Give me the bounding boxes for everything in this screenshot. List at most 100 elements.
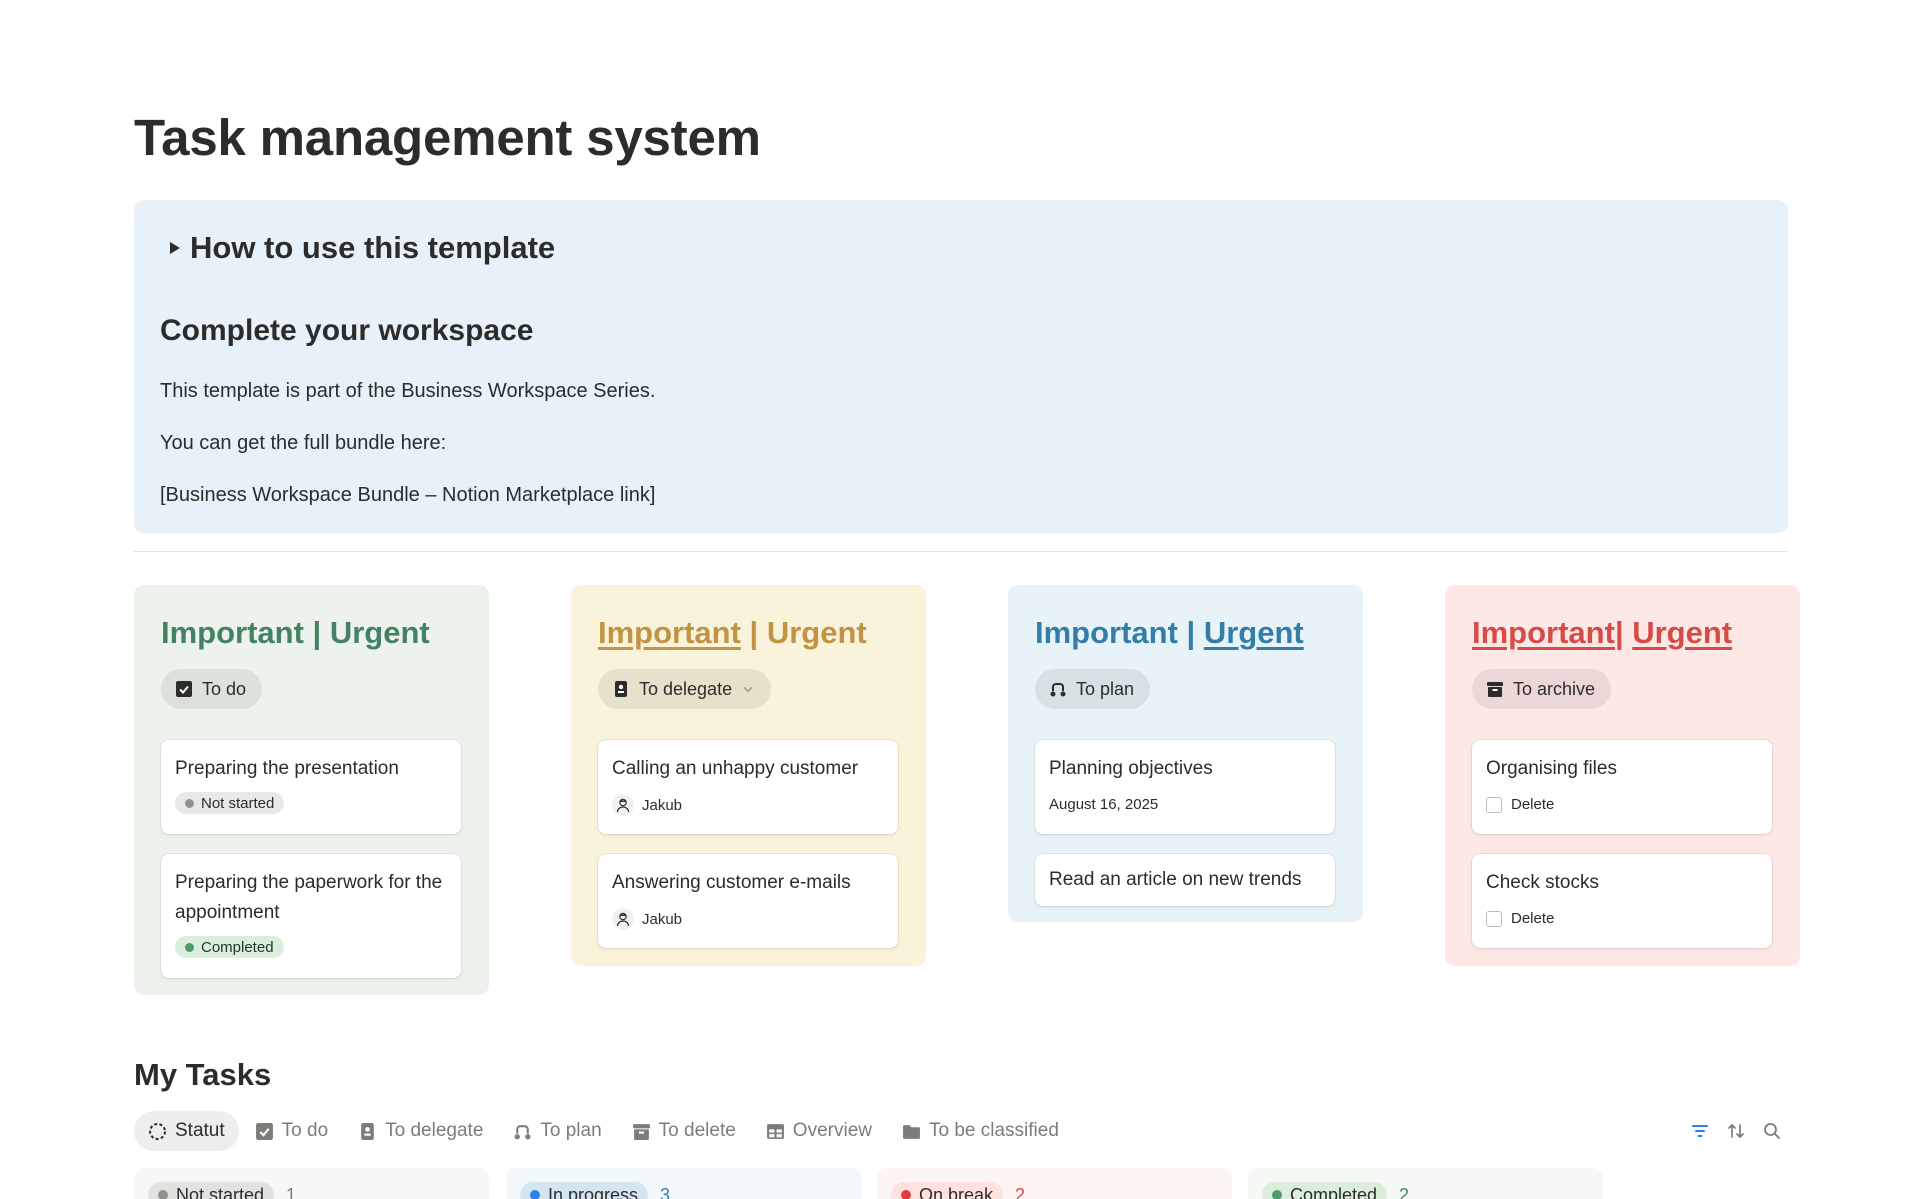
task-title: Organising files (1486, 758, 1617, 779)
callout-paragraph: You can get the full bundle here: (160, 432, 447, 454)
tab-label: Statut (175, 1120, 225, 1141)
title-important: Important (1035, 615, 1178, 650)
route-icon (1050, 683, 1066, 697)
board-column-not-started: Not started 1 (134, 1168, 489, 1199)
checkbox-icon (176, 681, 192, 697)
badge-icon (361, 1122, 374, 1140)
status-board: Not started 1 In progress 3 On break 2 C… (134, 1168, 1788, 1199)
filter-icon[interactable] (1690, 1121, 1710, 1141)
assignee-name: Jakub (642, 796, 683, 814)
quadrant-plan: Important | Urgent To plan Planning obje… (1008, 585, 1363, 922)
quadrant-title: Important | Urgent (161, 615, 430, 651)
archive-icon (1487, 682, 1503, 697)
title-separator: | (740, 615, 767, 650)
task-title: Planning objectives (1049, 758, 1213, 779)
title-important[interactable]: Important (1472, 615, 1615, 650)
task-card[interactable]: Answering customer e-mails Jakub (598, 854, 898, 948)
tab-label: To be classified (928, 1120, 1059, 1141)
page-title: Task management system (134, 109, 761, 166)
tab-label: To do (281, 1120, 329, 1141)
table-icon (766, 1123, 784, 1139)
sort-icon[interactable] (1726, 1121, 1746, 1141)
how-to-use-toggle[interactable]: How to use this template (170, 230, 555, 266)
checkbox-label: Delete (1511, 796, 1555, 813)
person-icon (616, 912, 630, 927)
divider (134, 551, 1788, 552)
tab-to-plan[interactable]: To plan (499, 1111, 615, 1151)
column-count: 1 (286, 1184, 297, 1199)
status-dot (185, 798, 194, 808)
delete-checkbox[interactable] (1486, 910, 1502, 927)
search-icon[interactable] (1762, 1121, 1782, 1141)
quadrant-title: Important | Urgent (598, 615, 867, 651)
task-card[interactable]: Read an article on new trends (1035, 854, 1335, 906)
task-title: Preparing the presentation (175, 758, 399, 779)
title-urgent[interactable]: Urgent (1204, 615, 1304, 650)
title-urgent[interactable]: Urgent (1632, 615, 1732, 650)
task-card[interactable]: Calling an unhappy customer Jakub (598, 740, 898, 834)
view-tag-to-do[interactable]: To do (161, 669, 263, 709)
folder-icon (903, 1124, 920, 1139)
route-icon (514, 1124, 531, 1139)
assignee: Jakub (612, 794, 884, 816)
status-dot (1272, 1190, 1282, 1199)
tab-to-do[interactable]: To do (241, 1111, 342, 1151)
status-badge: Completed (175, 936, 284, 958)
task-card[interactable]: Preparing the paperwork for the appointm… (161, 854, 461, 978)
delete-checkbox[interactable] (1486, 796, 1502, 813)
delete-checkbox-row[interactable]: Delete (1486, 796, 1758, 813)
task-card[interactable]: Preparing the presentation Not started (161, 740, 461, 834)
view-tools (1690, 1111, 1782, 1151)
tag-label: To delegate (639, 678, 733, 699)
view-tabs: Statut To do To delegate To plan To dele… (134, 1111, 1788, 1151)
title-separator: | (1177, 615, 1204, 650)
title-separator: | (303, 615, 330, 650)
view-tag-to-delegate[interactable]: To delegate (598, 669, 772, 709)
board-column-in-progress: In progress 3 (506, 1168, 861, 1199)
quadrant-delegate: Important | Urgent To delegate Calling a… (571, 585, 926, 966)
column-badge[interactable]: Not started (148, 1182, 275, 1199)
task-card[interactable]: Organising files Delete (1472, 740, 1772, 834)
tab-overview[interactable]: Overview (752, 1111, 886, 1151)
status-badge: Not started (175, 792, 285, 814)
template-callout: How to use this template Complete your w… (134, 200, 1788, 533)
tag-label: To do (202, 678, 247, 699)
checkbox-label: Delete (1511, 910, 1555, 927)
quadrant-archive: Important| Urgent To archive Organising … (1445, 585, 1800, 966)
tab-to-delegate[interactable]: To delegate (344, 1111, 497, 1151)
view-tag-to-plan[interactable]: To plan (1035, 669, 1151, 709)
tab-to-delete[interactable]: To delete (618, 1111, 750, 1151)
task-title: Calling an unhappy customer (612, 758, 859, 779)
tab-to-be-classified[interactable]: To be classified (888, 1111, 1073, 1151)
tab-label: To delete (658, 1120, 736, 1141)
toggle-arrow-icon[interactable] (170, 242, 180, 254)
column-badge[interactable]: In progress (520, 1182, 649, 1199)
title-important: Important (161, 615, 304, 650)
bundle-link[interactable]: [Business Workspace Bundle – Notion Mark… (160, 484, 655, 507)
column-count: 2 (1015, 1184, 1026, 1199)
checkbox-icon (255, 1122, 273, 1140)
column-badge[interactable]: Completed (1262, 1182, 1388, 1199)
avatar (612, 908, 634, 930)
tab-label: To delegate (385, 1120, 484, 1141)
chevron-down-icon (743, 686, 753, 693)
delete-checkbox-row[interactable]: Delete (1486, 910, 1758, 927)
status-dot (901, 1190, 911, 1199)
title-important[interactable]: Important (598, 615, 741, 650)
person-icon (616, 798, 630, 813)
column-label: Completed (1290, 1184, 1378, 1199)
task-card[interactable]: Planning objectives August 16, 2025 (1035, 740, 1335, 834)
status-label: Completed (201, 938, 274, 956)
toggle-title: How to use this template (190, 230, 556, 265)
task-card[interactable]: Check stocks Delete (1472, 854, 1772, 948)
status-dot (530, 1190, 540, 1199)
column-label: On break (919, 1184, 994, 1199)
view-tag-to-archive[interactable]: To archive (1472, 669, 1612, 709)
column-badge[interactable]: On break (891, 1182, 1004, 1199)
quadrant-todo: Important | Urgent To do Preparing the p… (134, 585, 489, 995)
tab-statut[interactable]: Statut (134, 1111, 239, 1151)
avatar (612, 794, 634, 816)
title-urgent: Urgent (766, 615, 867, 650)
column-label: Not started (176, 1184, 265, 1199)
title-urgent: Urgent (329, 615, 430, 650)
